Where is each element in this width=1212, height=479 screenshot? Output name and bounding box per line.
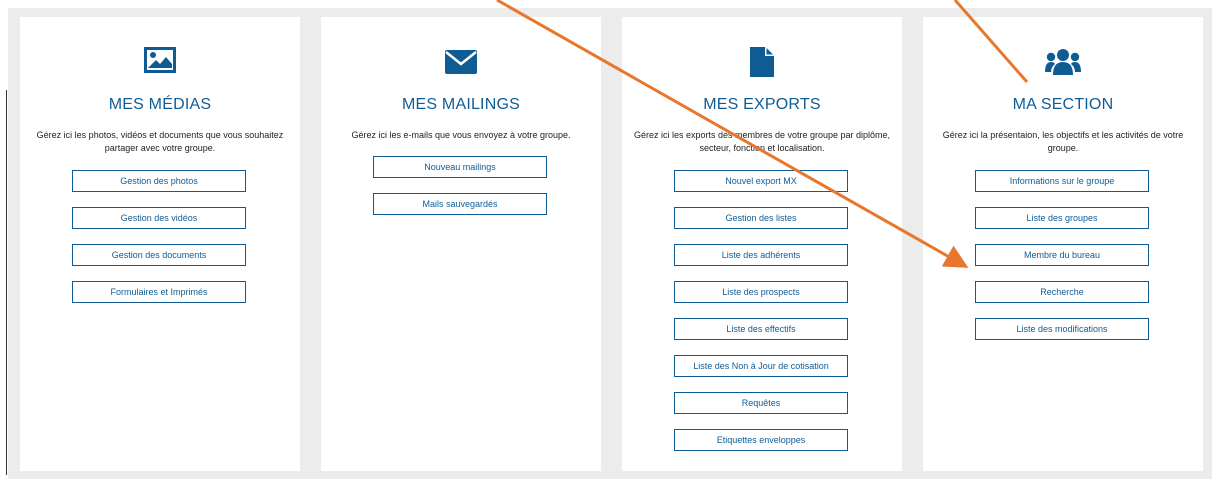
staff-list-button[interactable]: Liste des effectifs bbox=[674, 318, 848, 340]
card-title: MES EXPORTS bbox=[703, 96, 821, 113]
forms-button[interactable]: Formulaires et Imprimés bbox=[72, 281, 246, 303]
card-description: Gérez ici les photos, vidéos et document… bbox=[36, 130, 284, 153]
image-icon bbox=[20, 47, 300, 77]
left-divider bbox=[6, 90, 7, 475]
new-export-button[interactable]: Nouvel export MX bbox=[674, 170, 848, 192]
card-description: Gérez ici la présentaion, les objectifs … bbox=[942, 130, 1184, 153]
card-title: MES MAILINGS bbox=[402, 96, 520, 113]
envelope-icon bbox=[321, 47, 601, 77]
document-icon bbox=[622, 47, 902, 77]
videos-button[interactable]: Gestion des vidéos bbox=[72, 207, 246, 229]
queries-button[interactable]: Requêtes bbox=[674, 392, 848, 414]
card-mailings: MES MAILINGS Gérez ici les e-mails que v… bbox=[321, 17, 601, 471]
saved-mails-button[interactable]: Mails sauvegardés bbox=[373, 193, 547, 215]
card-medias: MES MÉDIAS Gérez ici les photos, vidéos … bbox=[20, 17, 300, 471]
search-button[interactable]: Recherche bbox=[975, 281, 1149, 303]
group-info-button[interactable]: Informations sur le groupe bbox=[975, 170, 1149, 192]
changes-list-button[interactable]: Liste des modifications bbox=[975, 318, 1149, 340]
documents-button[interactable]: Gestion des documents bbox=[72, 244, 246, 266]
new-mailing-button[interactable]: Nouveau mailings bbox=[373, 156, 547, 178]
lists-management-button[interactable]: Gestion des listes bbox=[674, 207, 848, 229]
prospects-list-button[interactable]: Liste des prospects bbox=[674, 281, 848, 303]
card-title: MES MÉDIAS bbox=[108, 96, 212, 113]
card-description: Gérez ici les e-mails que vous envoyez à… bbox=[351, 130, 571, 140]
card-title: MA SECTION bbox=[1012, 96, 1114, 113]
members-list-button[interactable]: Liste des adhérents bbox=[674, 244, 848, 266]
groups-list-button[interactable]: Liste des groupes bbox=[975, 207, 1149, 229]
photos-button[interactable]: Gestion des photos bbox=[72, 170, 246, 192]
card-exports: MES EXPORTS Gérez ici les exports des me… bbox=[622, 17, 902, 471]
envelope-labels-button[interactable]: Etiquettes enveloppes bbox=[674, 429, 848, 451]
card-section: MA SECTION Gérez ici la présentaion, les… bbox=[923, 17, 1203, 471]
unpaid-list-button[interactable]: Liste des Non à Jour de cotisation bbox=[674, 355, 848, 377]
users-icon bbox=[923, 47, 1203, 77]
card-description: Gérez ici les exports des membres de vot… bbox=[633, 130, 891, 153]
board-member-button[interactable]: Membre du bureau bbox=[975, 244, 1149, 266]
